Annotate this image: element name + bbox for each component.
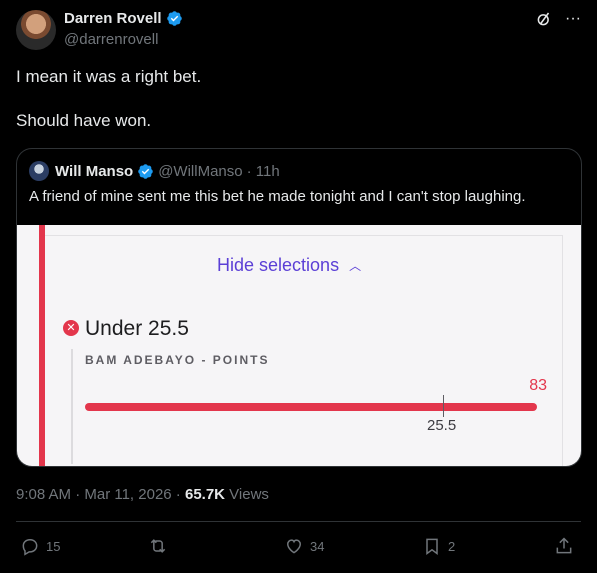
hide-selections-label: Hide selections [217,255,340,275]
share-button[interactable] [554,536,574,556]
lost-x-icon: ✕ [63,320,79,336]
like-button[interactable]: 34 [284,536,324,556]
repost-button[interactable] [148,536,168,556]
more-options-icon[interactable]: ··· [565,10,581,28]
bet-border [562,235,563,466]
bookmark-count: 2 [448,538,456,554]
bookmark-icon [426,538,438,555]
views-label: Views [225,486,269,503]
quote-header: Will Manso @WillManso · 11h [29,161,280,181]
tweet-text: I mean it was a right bet. Should have w… [16,66,581,132]
reply-count: 15 [46,538,61,554]
tweet-line-1: I mean it was a right bet. [16,67,202,86]
bet-status-stripe [39,225,45,466]
bet-slip-image[interactable]: Hide selections ︿ ✕ Under 25.5 BAM ADEBA… [17,225,581,466]
line-marker [443,395,444,417]
selection-guide-line [71,349,73,464]
author-handle[interactable]: @darrenrovell [64,31,158,48]
like-count: 34 [310,538,325,554]
action-bar: 15 34 2 [16,536,581,556]
author-name-row: Darren Rovell [64,10,183,27]
bookmark-button[interactable]: 2 [422,536,455,556]
quote-time[interactable]: · 11h [247,163,280,180]
line-value: 25.5 [427,417,457,434]
bet-selection: Under 25.5 [85,317,189,340]
quote-author-handle[interactable]: @WillManso [158,163,242,180]
author-avatar[interactable] [16,10,56,50]
tweet-line-2: Should have won. [16,111,152,130]
reply-icon [22,539,38,556]
quote-text: A friend of mine sent me this bet he mad… [29,188,526,205]
reply-button[interactable]: 15 [20,536,60,556]
progress-bar [85,403,537,411]
chevron-up-icon: ︿ [349,259,362,273]
quote-avatar[interactable] [29,161,49,181]
hide-selections-link: Hide selections ︿ [217,255,361,276]
bet-player-market: BAM ADEBAYO - POINTS [85,353,270,367]
view-count: 65.7K [184,486,226,503]
repost-icon [150,539,166,553]
share-icon [556,537,572,554]
bet-divider [45,235,563,236]
verified-badge-icon [166,11,182,26]
grok-icon[interactable] [535,10,553,28]
author-name[interactable]: Darren Rovell [64,10,162,27]
heart-icon [286,539,302,554]
verified-badge-icon [138,163,153,179]
tweet-meta: 9:08 AM · Mar 11, 2026 · 65.7K Views [16,486,269,503]
actual-value: 83 [529,377,547,394]
quote-author-name[interactable]: Will Manso [55,163,133,180]
divider [16,521,581,522]
quoted-tweet[interactable]: Will Manso @WillManso · 11h A friend of … [16,148,582,467]
top-actions: ··· [535,10,581,28]
tweet-timestamp[interactable]: 9:08 AM · Mar 11, 2026 · [16,486,185,503]
